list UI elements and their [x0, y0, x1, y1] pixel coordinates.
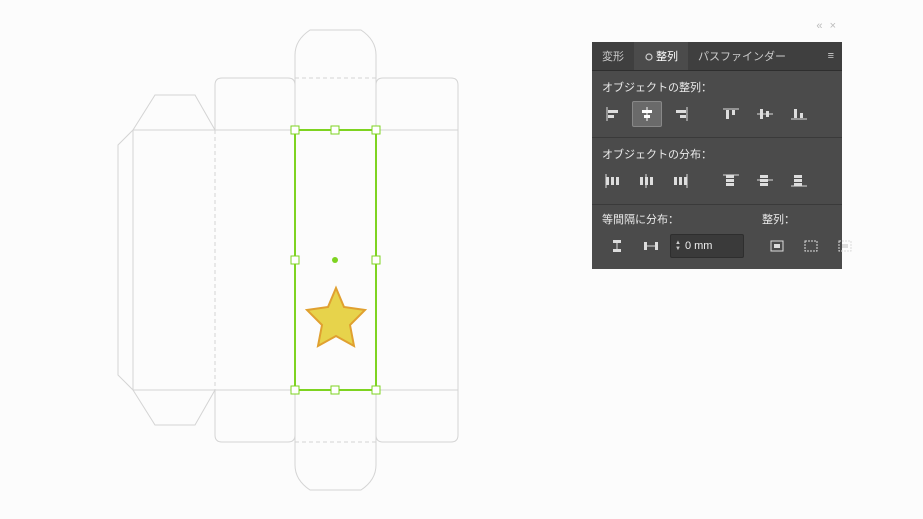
- star-shape[interactable]: [307, 288, 365, 346]
- panel-menu-icon[interactable]: ≡: [820, 50, 842, 62]
- label-align-objects: オブジェクトの整列：: [602, 79, 832, 95]
- link-icon: [644, 52, 654, 62]
- label-align-to: 整列：: [762, 211, 860, 227]
- box-dieline: [118, 30, 458, 490]
- tab-transform[interactable]: 変形: [592, 42, 634, 70]
- spacing-value: 0 mm: [685, 240, 713, 252]
- align-to-artboard-button[interactable]: [762, 233, 792, 259]
- label-distribute-spacing: 等間隔に分布：: [602, 211, 744, 227]
- distribute-hcenter-button[interactable]: [632, 168, 662, 194]
- distribute-left-button[interactable]: [598, 168, 628, 194]
- distribute-vcenter-button[interactable]: [750, 168, 780, 194]
- selected-panel[interactable]: [291, 126, 380, 394]
- distribute-bottom-button[interactable]: [784, 168, 814, 194]
- distribute-top-button[interactable]: [716, 168, 746, 194]
- label-distribute-objects: オブジェクトの分布：: [602, 146, 832, 162]
- align-hcenter-button[interactable]: [632, 101, 662, 127]
- space-horizontal-button[interactable]: [636, 233, 666, 259]
- align-to-key-button[interactable]: [830, 233, 860, 259]
- space-vertical-button[interactable]: [602, 233, 632, 259]
- distribute-right-button[interactable]: [666, 168, 696, 194]
- align-left-button[interactable]: [598, 101, 628, 127]
- tab-align-label: 整列: [656, 51, 678, 63]
- distribute-row: [592, 168, 842, 204]
- align-panel: « × 変形 整列 パスファインダー ≡ オブジェクトの整列： オブジェクトの分…: [592, 42, 842, 269]
- align-to-selection-button[interactable]: [796, 233, 826, 259]
- spacing-input[interactable]: ▲▼ 0 mm: [670, 234, 744, 258]
- align-row: [592, 101, 842, 137]
- align-bottom-button[interactable]: [784, 101, 814, 127]
- tab-pathfinder[interactable]: パスファインダー: [688, 42, 796, 70]
- panel-tabs: 変形 整列 パスファインダー ≡: [592, 42, 842, 71]
- align-top-button[interactable]: [716, 101, 746, 127]
- align-vcenter-button[interactable]: [750, 101, 780, 127]
- align-right-button[interactable]: [666, 101, 696, 127]
- tab-align[interactable]: 整列: [634, 42, 688, 70]
- panel-close-collapse[interactable]: « ×: [816, 20, 838, 32]
